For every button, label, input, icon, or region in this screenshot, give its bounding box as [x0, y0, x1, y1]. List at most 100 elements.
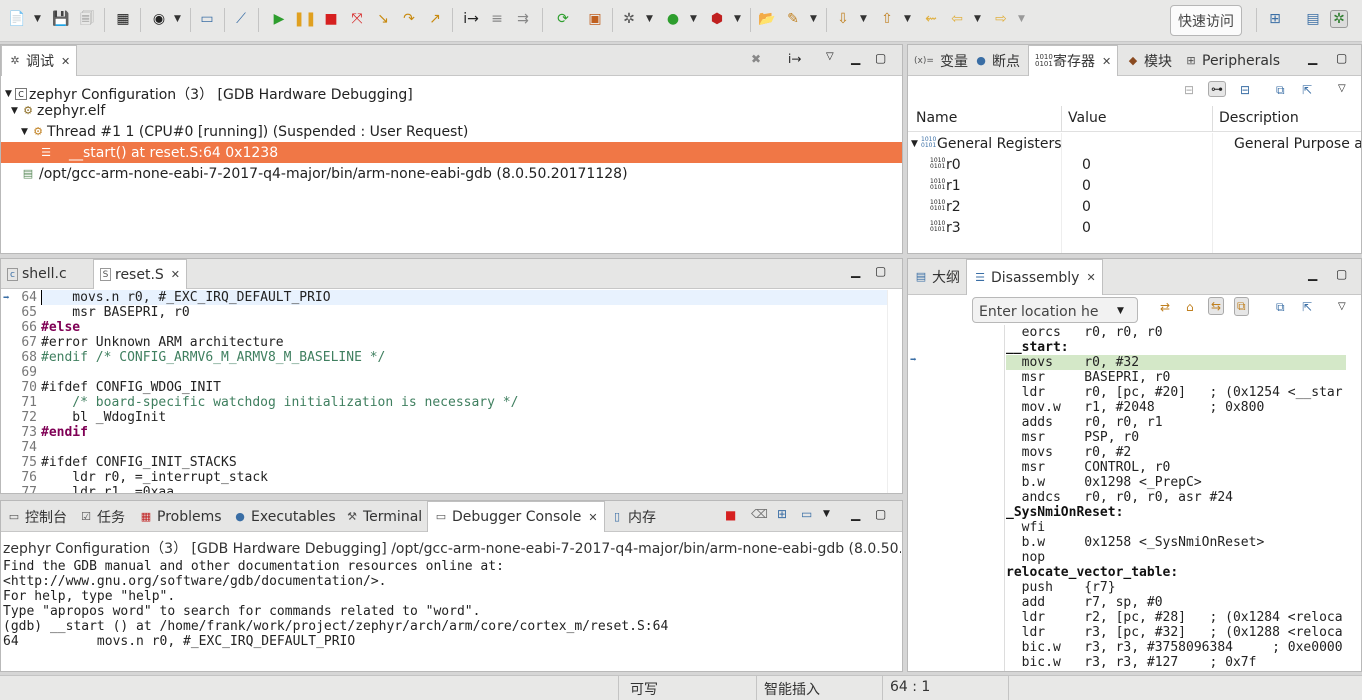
debug-tree-frame[interactable]: ☰ __start() at reset.S:64 0x1238: [1, 142, 902, 163]
cc-perspective-icon[interactable]: ▤: [1304, 10, 1322, 28]
terminal-icon[interactable]: ▭: [198, 10, 216, 28]
column-value[interactable]: Value: [1068, 110, 1106, 126]
terminate-icon[interactable]: ■: [725, 508, 736, 522]
target-icon[interactable]: ◉: [150, 10, 168, 28]
sync-icon[interactable]: ⇆: [1208, 297, 1225, 315]
step-over-icon[interactable]: ↷: [400, 10, 418, 28]
view-menu-icon[interactable]: ▽: [1338, 301, 1346, 312]
debug-tree-thread[interactable]: ▼ ⚙ Thread #1 1 (CPU#0 [running]) (Suspe…: [1, 121, 902, 142]
tab-outline[interactable]: ▤ 大纲: [908, 259, 966, 295]
tab-registers[interactable]: 1010 0101 寄存器 ✕: [1028, 45, 1119, 76]
flash-icon[interactable]: ✎: [784, 10, 802, 28]
tab-reset-s[interactable]: S reset.S ✕: [93, 259, 188, 289]
maximize-icon[interactable]: ▢: [875, 507, 886, 521]
minimize-icon[interactable]: ▁: [1308, 267, 1317, 281]
debug-perspective-icon[interactable]: ✲: [1330, 10, 1348, 28]
chevron-down-icon[interactable]: ▼: [860, 14, 867, 24]
maximize-icon[interactable]: ▢: [875, 51, 886, 65]
step-into-icon[interactable]: ↘: [374, 10, 392, 28]
drop-to-frame-icon[interactable]: ≡: [488, 10, 506, 28]
tab-terminal[interactable]: ⚒ Terminal: [339, 501, 428, 532]
pin-icon[interactable]: ⇱: [1302, 83, 1312, 97]
expand-icon[interactable]: ▼: [911, 139, 921, 149]
register-row-r2[interactable]: 1010 0101 r2 0: [908, 196, 1361, 217]
chevron-down-icon[interactable]: ▼: [1117, 306, 1124, 316]
maximize-icon[interactable]: ▢: [875, 264, 886, 278]
show-type-names-icon[interactable]: ⊶: [1208, 81, 1226, 97]
link-with-editor-icon[interactable]: ⇄: [1160, 300, 1170, 314]
tab-problems[interactable]: ▦ Problems: [133, 501, 228, 532]
collapse-all-icon[interactable]: ⊟: [1240, 83, 1250, 97]
chevron-down-icon[interactable]: ▼: [904, 14, 911, 24]
layout-icon[interactable]: ⊟: [1184, 83, 1194, 97]
save-all-icon[interactable]: 🗐: [78, 10, 96, 28]
tab-breakpoints[interactable]: ● 断点: [968, 45, 1026, 76]
chevron-down-icon[interactable]: ▼: [974, 14, 981, 24]
terminate-icon[interactable]: ■: [322, 10, 340, 28]
external-tools-icon[interactable]: ⬢: [708, 10, 726, 28]
expand-icon[interactable]: ▼: [5, 89, 15, 99]
back-icon[interactable]: ⇦: [948, 10, 966, 28]
minimize-icon[interactable]: ▁: [1308, 51, 1317, 65]
tab-modules[interactable]: ◆ 模块: [1120, 45, 1178, 76]
chevron-down-icon[interactable]: ▼: [174, 14, 181, 24]
tab-variables[interactable]: (x)= 变量: [908, 45, 974, 76]
register-group-row[interactable]: ▼ 1010 0101 General Registers General Pur…: [908, 133, 1361, 154]
new-window-icon[interactable]: ⧉: [1276, 83, 1285, 98]
tab-shell-c[interactable]: c shell.c: [1, 259, 73, 289]
overview-ruler[interactable]: [887, 290, 902, 493]
minimize-icon[interactable]: ▁: [851, 264, 860, 278]
suspend-icon[interactable]: ❚❚: [293, 10, 316, 28]
close-icon[interactable]: ✕: [171, 268, 180, 281]
expand-icon[interactable]: ▼: [11, 106, 21, 116]
tab-peripherals[interactable]: ⊞ Peripherals: [1178, 45, 1286, 76]
last-edit-icon[interactable]: ⇜: [922, 10, 940, 28]
new-window-icon[interactable]: ⧉: [1276, 300, 1285, 315]
chevron-down-icon[interactable]: ▼: [1018, 14, 1025, 24]
minimize-icon[interactable]: ▁: [851, 507, 860, 521]
chevron-down-icon[interactable]: ▼: [734, 14, 741, 24]
close-icon[interactable]: ✕: [1086, 271, 1095, 284]
instruction-stepping-icon[interactable]: i→: [462, 10, 480, 28]
use-step-filters-icon[interactable]: ⇉: [514, 10, 532, 28]
tab-disassembly[interactable]: ☰ Disassembly ✕: [966, 259, 1103, 295]
tab-executables[interactable]: ● Executables: [227, 501, 342, 532]
tab-debug[interactable]: ✲ 调试 ✕: [1, 45, 78, 76]
close-icon[interactable]: ✕: [61, 55, 70, 68]
chevron-down-icon[interactable]: ▼: [34, 14, 41, 24]
register-row-r0[interactable]: 1010 0101 r0 0: [908, 154, 1361, 175]
skip-breakpoints-icon[interactable]: ⟋: [232, 10, 250, 28]
pin-icon[interactable]: ⇱: [1302, 300, 1312, 314]
close-icon[interactable]: ✕: [588, 511, 597, 524]
maximize-icon[interactable]: ▢: [1336, 267, 1347, 281]
previous-annotation-icon[interactable]: ⇧: [878, 10, 896, 28]
clear-console-icon[interactable]: ⌫: [751, 507, 768, 521]
instruction-stepping-icon[interactable]: i→: [788, 52, 801, 66]
chevron-down-icon[interactable]: ▼: [646, 14, 653, 24]
show-source-icon[interactable]: ⧉: [1234, 297, 1249, 316]
register-row-r1[interactable]: 1010 0101 r1 0: [908, 175, 1361, 196]
remove-all-terminated-icon[interactable]: ✖: [751, 52, 761, 66]
minimize-icon[interactable]: ▁: [851, 51, 860, 65]
column-description[interactable]: Description: [1219, 110, 1299, 126]
quick-access-input[interactable]: 快速访问: [1170, 5, 1242, 36]
tab-memory[interactable]: ▯ 内存: [604, 501, 662, 532]
build-icon[interactable]: ▦: [114, 10, 132, 28]
step-return-icon[interactable]: ↗: [426, 10, 444, 28]
debug-tree-process[interactable]: ▼ ⚙ zephyr.elf: [1, 100, 902, 121]
chevron-down-icon[interactable]: ▼: [810, 14, 817, 24]
next-annotation-icon[interactable]: ⇩: [834, 10, 852, 28]
save-icon[interactable]: 💾: [52, 10, 70, 28]
debug-bug-icon[interactable]: ✲: [620, 10, 638, 28]
open-perspective-icon[interactable]: ⊞: [1266, 10, 1284, 28]
debug-tree-gdb[interactable]: ▤ /opt/gcc-arm-none-eabi-7-2017-q4-major…: [1, 163, 902, 184]
open-folder-icon[interactable]: 📂: [758, 10, 776, 28]
disconnect-icon[interactable]: ⤧: [348, 10, 366, 28]
scroll-lock-icon[interactable]: ⊞: [777, 507, 787, 521]
home-icon[interactable]: ⌂: [1186, 300, 1194, 314]
resume-icon[interactable]: ▶: [270, 10, 288, 28]
column-name[interactable]: Name: [916, 110, 957, 126]
register-row-r3[interactable]: 1010 0101 r3 0: [908, 217, 1361, 238]
tab-tasks[interactable]: ☑ 任务: [73, 501, 131, 532]
tab-console[interactable]: ▭ 控制台: [1, 501, 73, 532]
